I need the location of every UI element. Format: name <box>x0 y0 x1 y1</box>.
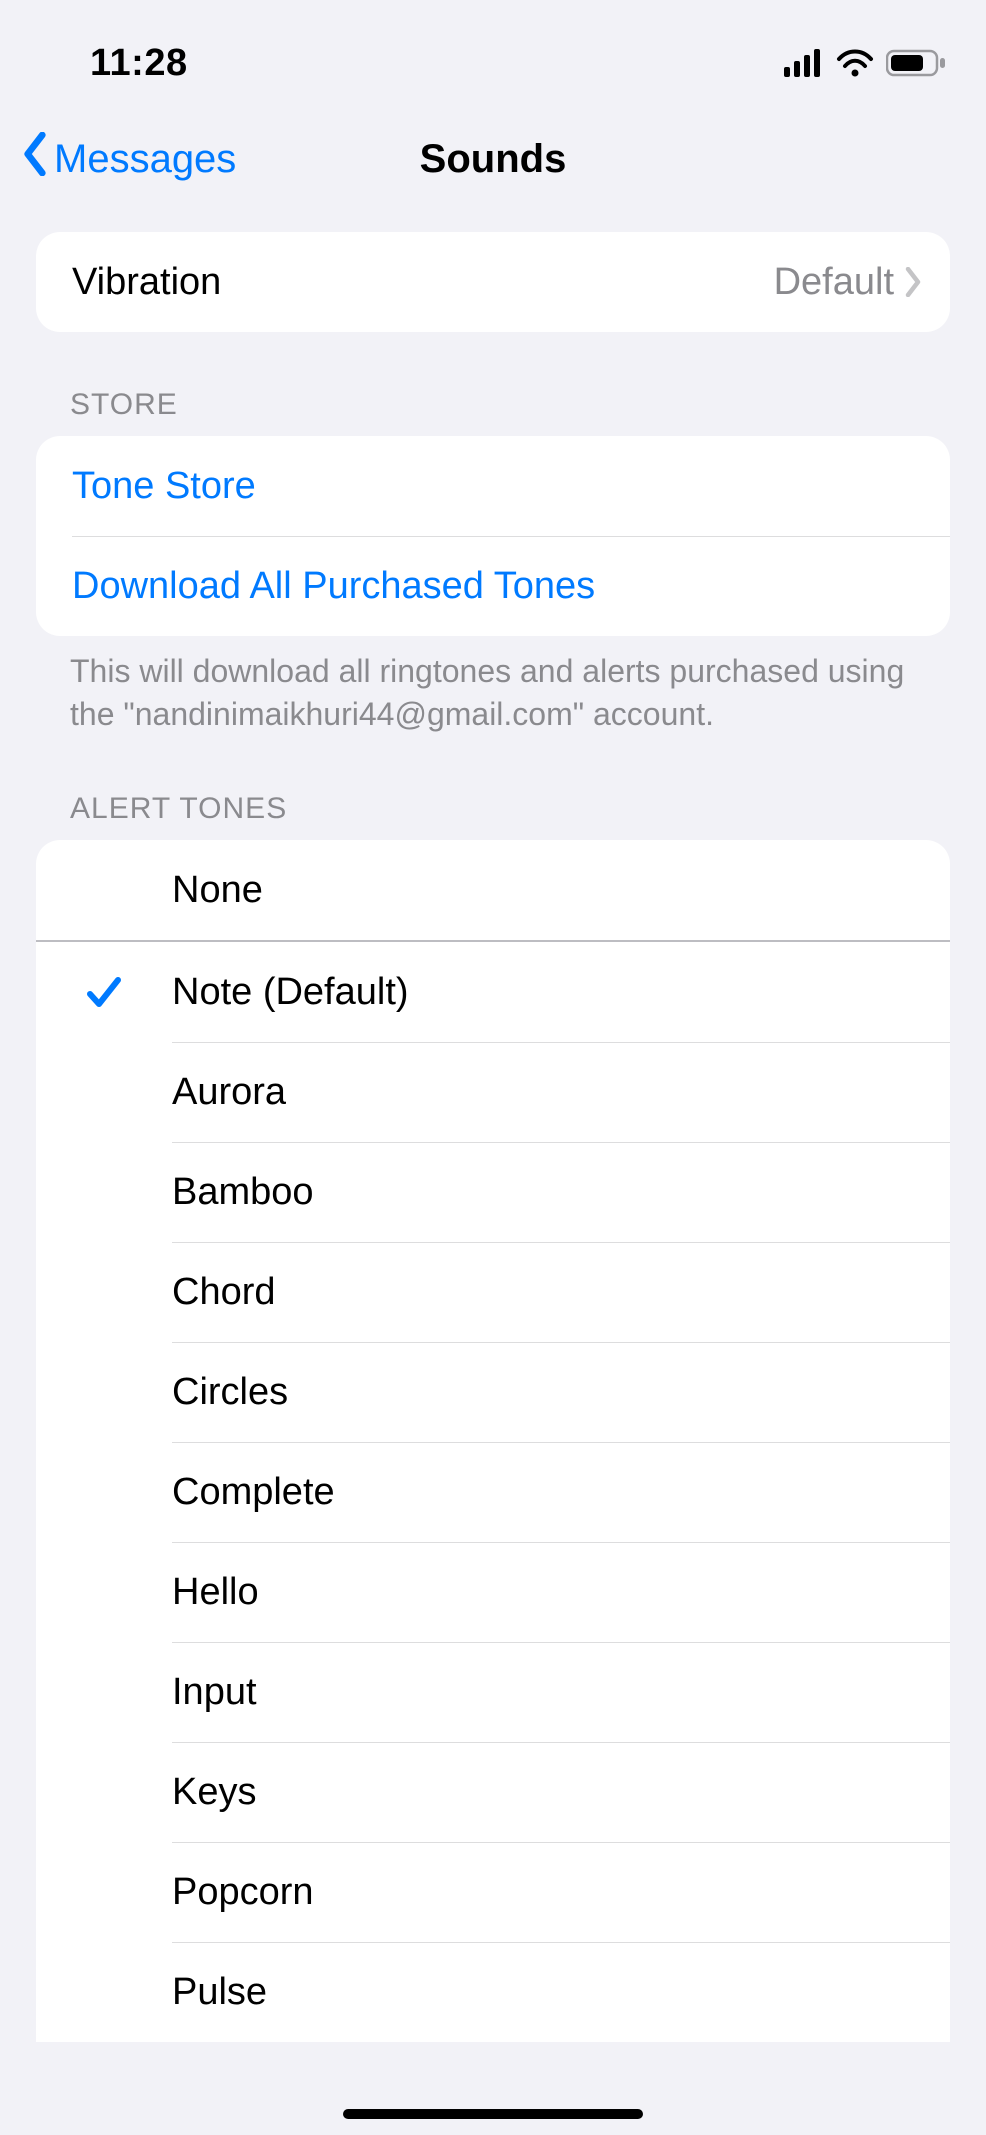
tone-label: Bamboo <box>172 1171 950 1214</box>
tone-row[interactable]: Bamboo <box>36 1142 950 1242</box>
tone-label: Chord <box>172 1271 950 1314</box>
tone-label: Circles <box>172 1371 950 1414</box>
store-footer: This will download all ringtones and ale… <box>0 636 986 736</box>
tone-label: Pulse <box>172 1971 950 2014</box>
tone-none-row[interactable]: None <box>36 840 950 942</box>
status-bar: 11:28 <box>0 0 986 98</box>
tone-store-label: Tone Store <box>72 465 922 508</box>
checkmark-icon <box>36 972 172 1012</box>
tone-row[interactable]: Hello <box>36 1542 950 1642</box>
tone-label: Popcorn <box>172 1871 950 1914</box>
tone-label: Aurora <box>172 1071 950 1114</box>
tone-label: Input <box>172 1671 950 1714</box>
chevron-right-icon <box>904 267 922 297</box>
tone-label: Complete <box>172 1471 950 1514</box>
tone-row[interactable]: Input <box>36 1642 950 1742</box>
store-header: STORE <box>0 332 986 436</box>
vibration-row[interactable]: Vibration Default <box>36 232 950 332</box>
vibration-group: Vibration Default <box>36 232 950 332</box>
wifi-icon <box>836 49 874 77</box>
tone-row[interactable]: Pulse <box>36 1942 950 2042</box>
alert-tones-group: None Note (Default) Aurora Bamboo Chord Circ… <box>36 840 950 2042</box>
tone-store-row[interactable]: Tone Store <box>36 436 950 536</box>
status-time: 11:28 <box>90 42 188 85</box>
back-button[interactable]: Messages <box>0 132 236 186</box>
chevron-left-icon <box>20 132 50 186</box>
cellular-icon <box>784 49 824 77</box>
tone-label: Keys <box>172 1771 950 1814</box>
home-indicator <box>343 2109 643 2119</box>
tone-row[interactable]: Popcorn <box>36 1842 950 1942</box>
tone-row[interactable]: Complete <box>36 1442 950 1542</box>
download-all-label: Download All Purchased Tones <box>72 565 922 608</box>
status-icons <box>784 49 946 77</box>
download-all-row[interactable]: Download All Purchased Tones <box>36 536 950 636</box>
vibration-value: Default <box>774 261 894 304</box>
tone-row[interactable]: Keys <box>36 1742 950 1842</box>
alert-tones-header: ALERT TONES <box>0 736 986 840</box>
nav-bar: Messages Sounds <box>0 114 986 204</box>
back-label: Messages <box>54 137 236 182</box>
tone-row[interactable]: Note (Default) <box>36 942 950 1042</box>
tone-row[interactable]: Aurora <box>36 1042 950 1142</box>
tone-row[interactable]: Chord <box>36 1242 950 1342</box>
tone-label: Note (Default) <box>172 971 950 1014</box>
store-group: Tone Store Download All Purchased Tones <box>36 436 950 636</box>
tone-row[interactable]: Circles <box>36 1342 950 1442</box>
vibration-label: Vibration <box>72 261 774 304</box>
tone-label: None <box>172 869 950 912</box>
battery-icon <box>886 49 946 77</box>
tone-label: Hello <box>172 1571 950 1614</box>
